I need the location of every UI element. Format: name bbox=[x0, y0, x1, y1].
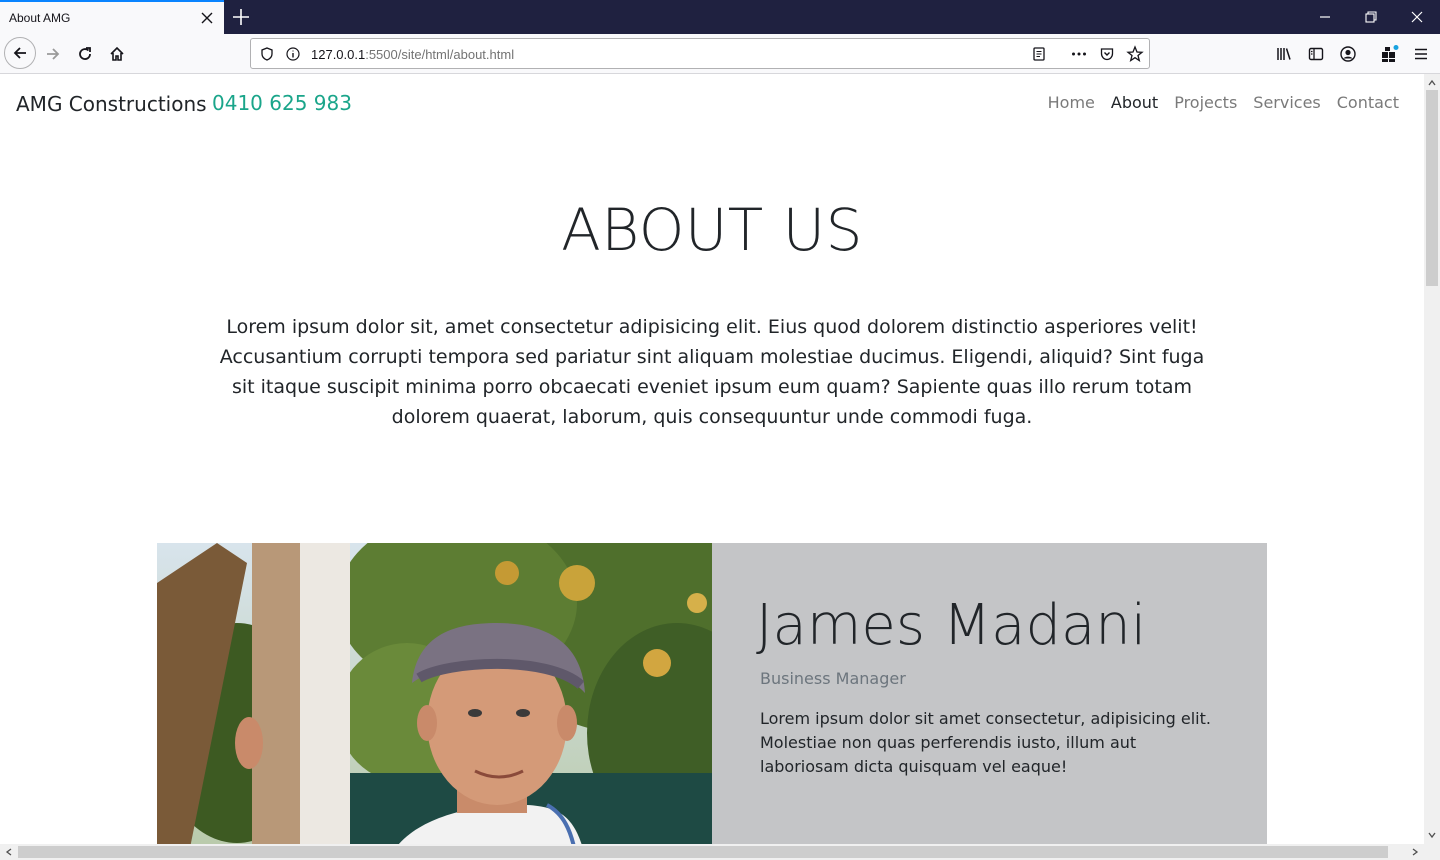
extensions-icon[interactable] bbox=[1376, 41, 1402, 67]
account-icon[interactable] bbox=[1335, 41, 1361, 67]
back-arrow-icon[interactable] bbox=[4, 37, 36, 69]
team-member-card: James Madani Business Manager Lorem ipsu… bbox=[157, 543, 1267, 844]
team-member-name: James Madani bbox=[756, 593, 1147, 658]
nav-services[interactable]: Services bbox=[1253, 93, 1320, 112]
pocket-icon[interactable] bbox=[1097, 44, 1117, 64]
nav-projects[interactable]: Projects bbox=[1174, 93, 1237, 112]
shield-icon[interactable] bbox=[257, 44, 277, 64]
sidebar-icon[interactable] bbox=[1303, 41, 1329, 67]
close-tab-icon[interactable] bbox=[198, 9, 216, 27]
browser-toolbar: 127.0.0.1:5500/site/html/about.html bbox=[0, 34, 1440, 74]
tab-title: About AMG bbox=[9, 11, 71, 25]
forward-arrow-icon[interactable] bbox=[40, 41, 66, 67]
library-icon[interactable] bbox=[1271, 41, 1297, 67]
phone-number[interactable]: 0410 625 983 bbox=[212, 91, 352, 115]
address-bar[interactable]: 127.0.0.1:5500/site/html/about.html bbox=[250, 38, 1150, 69]
restore-icon[interactable] bbox=[1360, 6, 1382, 28]
horizontal-scroll-thumb[interactable] bbox=[18, 846, 1388, 858]
scroll-down-arrow-icon[interactable] bbox=[1425, 828, 1439, 842]
minimize-icon[interactable] bbox=[1314, 6, 1336, 28]
info-icon[interactable] bbox=[283, 44, 303, 64]
site-nav: Home About Projects Services Contact bbox=[1048, 93, 1399, 112]
brand-name[interactable]: AMG Constructions bbox=[16, 92, 207, 116]
url-text: 127.0.0.1:5500/site/html/about.html bbox=[311, 47, 514, 62]
page-title: ABOUT US bbox=[561, 196, 863, 264]
home-icon[interactable] bbox=[104, 41, 130, 67]
page-actions-icon[interactable] bbox=[1069, 44, 1089, 64]
web-page: AMG Constructions 0410 625 983 Home Abou… bbox=[0, 74, 1424, 844]
reload-icon[interactable] bbox=[72, 41, 98, 67]
team-member-photo bbox=[157, 543, 712, 844]
team-member-bio: Lorem ipsum dolor sit amet consectetur, … bbox=[760, 709, 1211, 776]
scroll-up-arrow-icon[interactable] bbox=[1425, 76, 1439, 90]
reader-view-icon[interactable] bbox=[1029, 44, 1049, 64]
intro-paragraph: Lorem ipsum dolor sit, amet consectetur … bbox=[219, 316, 1205, 428]
scroll-left-arrow-icon[interactable] bbox=[2, 845, 16, 859]
menu-icon[interactable] bbox=[1408, 41, 1434, 67]
scroll-right-arrow-icon[interactable] bbox=[1408, 845, 1422, 859]
url-host: 127.0.0.1 bbox=[311, 47, 366, 62]
team-member-role: Business Manager bbox=[760, 669, 906, 688]
new-tab-icon[interactable] bbox=[230, 6, 252, 28]
nav-contact[interactable]: Contact bbox=[1337, 93, 1399, 112]
close-window-icon[interactable] bbox=[1406, 6, 1428, 28]
nav-home[interactable]: Home bbox=[1048, 93, 1095, 112]
tab-about[interactable]: About AMG bbox=[0, 0, 224, 34]
nav-about[interactable]: About bbox=[1111, 93, 1158, 112]
team-member-info: James Madani Business Manager Lorem ipsu… bbox=[712, 543, 1267, 844]
tab-strip: About AMG bbox=[0, 0, 1440, 34]
vertical-scroll-thumb[interactable] bbox=[1426, 90, 1438, 286]
bookmark-star-icon[interactable] bbox=[1125, 44, 1145, 64]
url-path: :5500/site/html/about.html bbox=[365, 47, 515, 62]
